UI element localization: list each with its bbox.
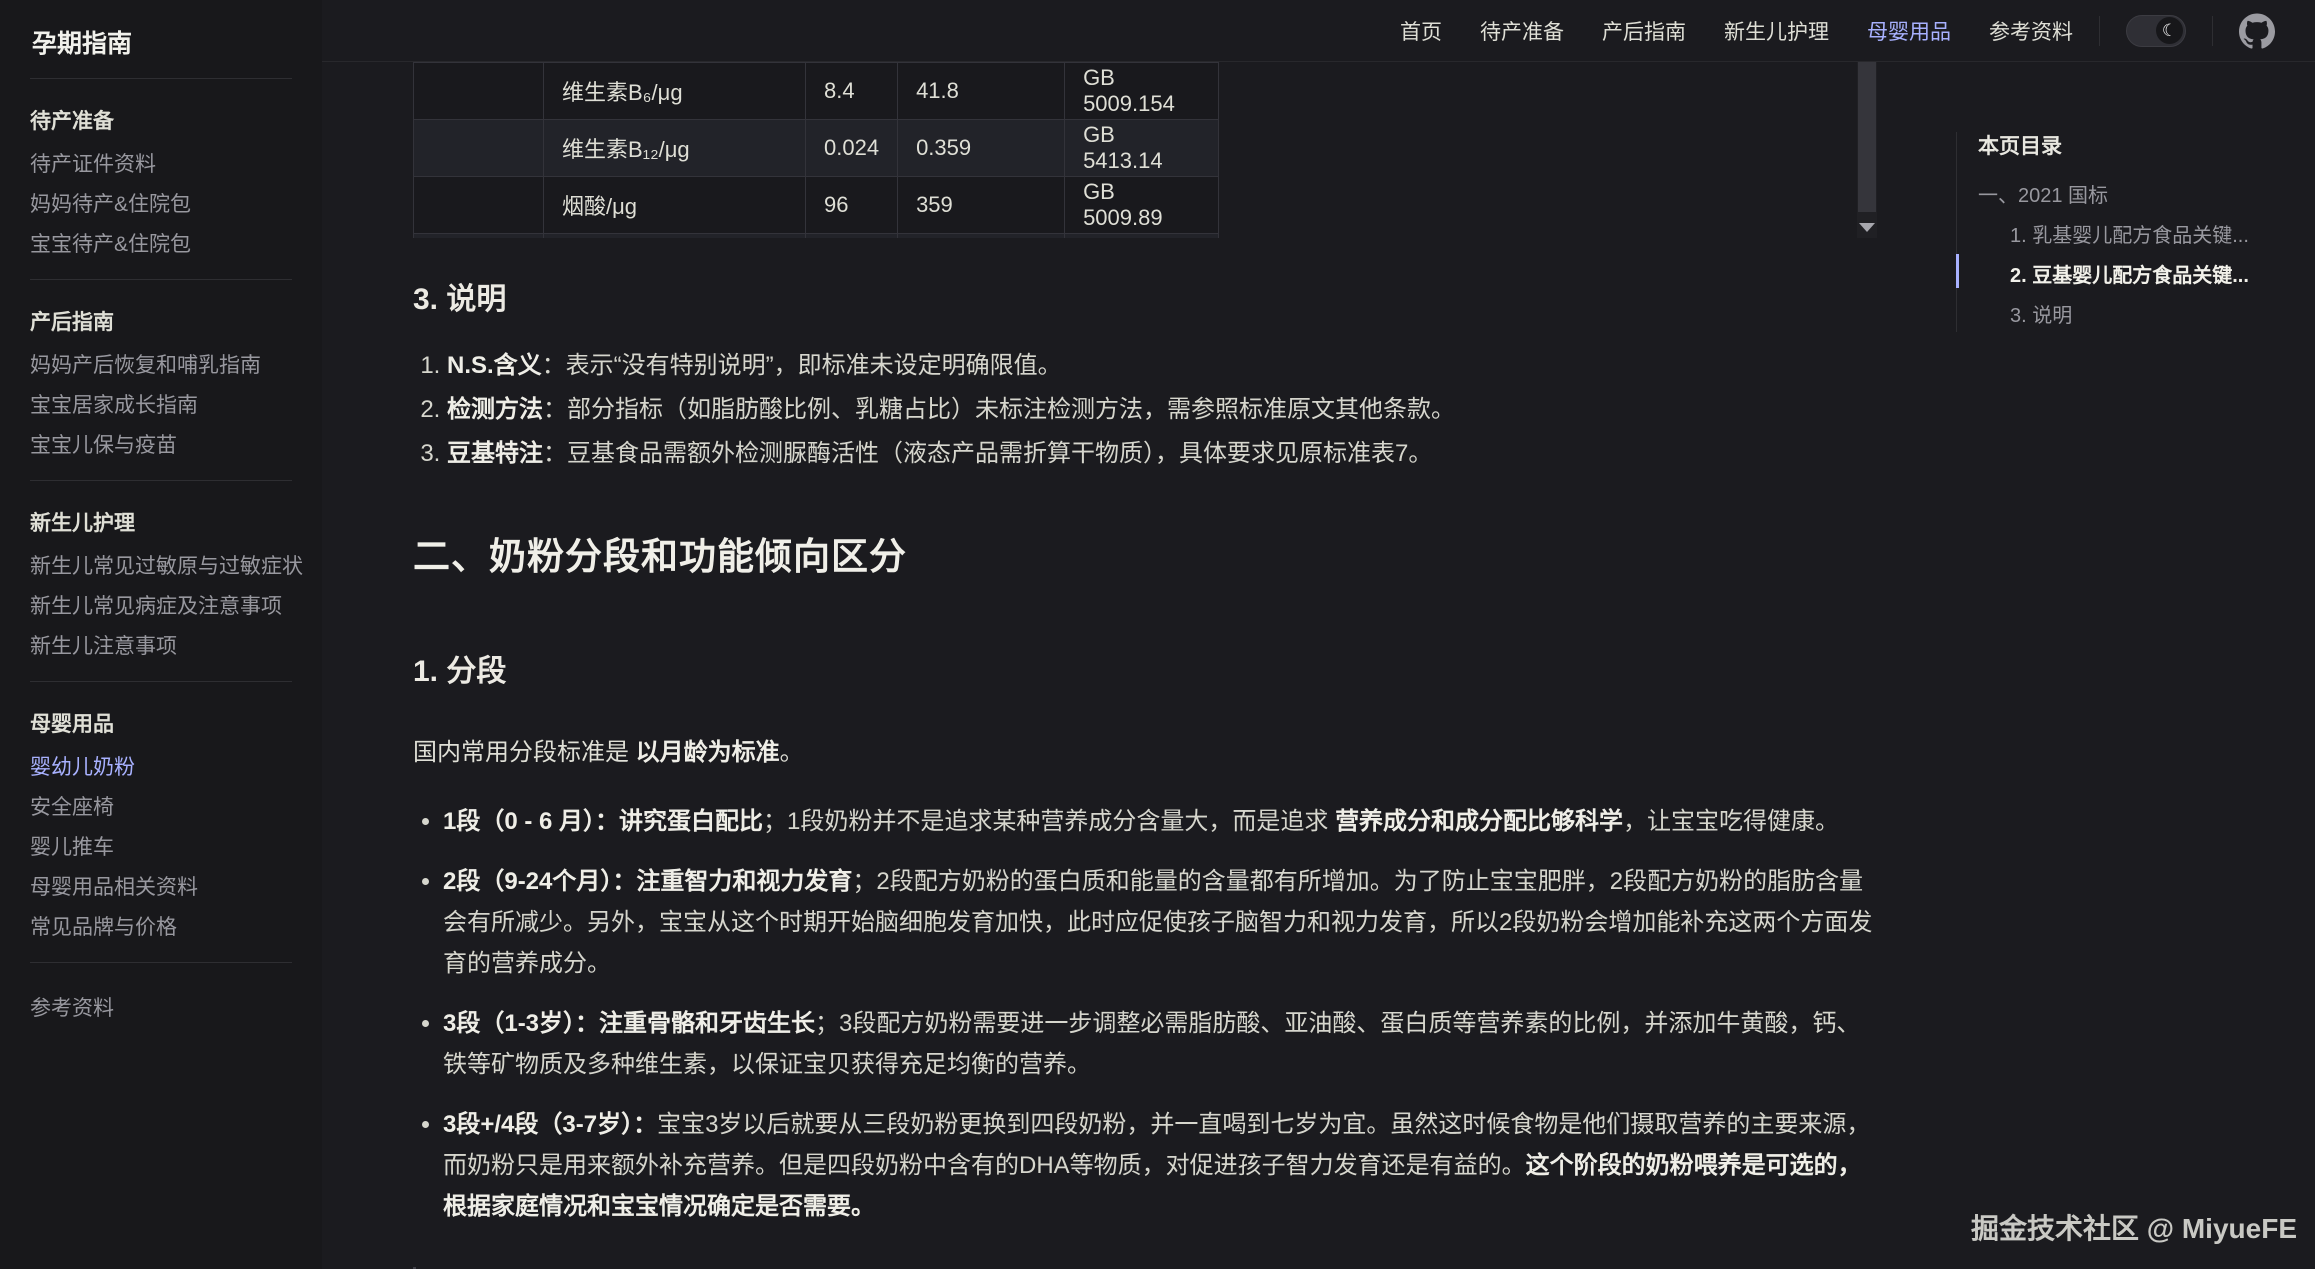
- list-item: 检测方法：部分指标（如脂肪酸比例、乳糖占比）未标注检测方法，需参照标准原文其他条…: [447, 388, 1877, 432]
- sidebar-item[interactable]: 常见品牌与价格: [30, 908, 298, 948]
- main-content: 维生素B₆/μg 8.4 41.8 GB 5009.154 维生素B₁₂/μg …: [413, 62, 1877, 1269]
- table-cell: 维生素B₁₂/μg: [544, 120, 806, 177]
- standards-table: 维生素B₆/μg 8.4 41.8 GB 5009.154 维生素B₁₂/μg …: [413, 62, 1219, 238]
- table-cell: 41.8: [898, 63, 1065, 120]
- sidebar-item[interactable]: 婴儿推车: [30, 828, 298, 868]
- nav-item-home[interactable]: 首页: [1400, 16, 1442, 46]
- notes-heading: 3. 说明: [413, 274, 1877, 318]
- nav-item-chanhou[interactable]: 产后指南: [1602, 16, 1686, 46]
- table-cell: [414, 120, 544, 177]
- sidebar: 孕期指南 待产准备 待产证件资料 妈妈待产&住院包 宝宝待产&住院包 产后指南 …: [0, 0, 322, 1269]
- outline-title: 本页目录: [1978, 130, 2296, 160]
- stages-intro: 国内常用分段标准是 以月龄为标准。: [413, 732, 1877, 767]
- sidebar-item[interactable]: 新生儿注意事项: [30, 627, 298, 667]
- subsection-heading-stages: 1. 分段: [413, 646, 1877, 690]
- table-cell: 维生素B₆/μg: [544, 63, 806, 120]
- sidebar-group-title: 母婴用品: [30, 708, 298, 738]
- sidebar-group-title: 产后指南: [30, 306, 298, 336]
- nav-item-daichan[interactable]: 待产准备: [1480, 16, 1564, 46]
- table-cell: 烟酸/μg: [544, 177, 806, 234]
- table-scrollbar-thumb[interactable]: [1858, 62, 1876, 212]
- table-scrollbar-track[interactable]: [1857, 62, 1877, 238]
- table-cell: [414, 177, 544, 234]
- scrollbar-down-arrow-icon[interactable]: [1857, 218, 1877, 236]
- site-title: 孕期指南: [30, 18, 298, 78]
- sidebar-item[interactable]: 新生儿常见过敏原与过敏症状: [30, 547, 298, 587]
- sidebar-group-refs: 参考资料: [30, 963, 298, 1043]
- sidebar-item[interactable]: 妈妈产后恢复和哺乳指南: [30, 346, 298, 386]
- list-item: 豆基特注：豆基食品需额外检测脲酶活性（液态产品需折算干物质），具体要求见原标准表…: [447, 432, 1877, 476]
- section-heading: 二、奶粉分段和功能倾向区分: [413, 526, 1877, 580]
- table-cell: 0.359: [898, 120, 1065, 177]
- theme-toggle[interactable]: ☾: [2126, 15, 2186, 47]
- table-cell: 8.4: [806, 63, 898, 120]
- nav-divider: [2212, 16, 2213, 46]
- outline-rail: [1956, 132, 1957, 332]
- sidebar-group-chanhou: 产后指南 妈妈产后恢复和哺乳指南 宝宝居家成长指南 宝宝儿保与疫苗: [30, 280, 298, 480]
- sidebar-item[interactable]: 安全座椅: [30, 788, 298, 828]
- sidebar-item[interactable]: 待产证件资料: [30, 145, 298, 185]
- sidebar-group-xinshenger: 新生儿护理 新生儿常见过敏原与过敏症状 新生儿常见病症及注意事项 新生儿注意事项: [30, 481, 298, 681]
- table-cell: GB 5009.89: [1065, 177, 1219, 234]
- page-outline: 本页目录 一、2021 国标 1. 乳基婴儿配方食品关键... 2. 豆基婴儿配…: [1956, 130, 2296, 336]
- sidebar-item[interactable]: 宝宝居家成长指南: [30, 386, 298, 426]
- theme-toggle-knob: ☾: [2156, 17, 2183, 44]
- outline-active-marker: [1956, 254, 1959, 288]
- list-item: N.S.含义：表示“没有特别说明”，即标准未设定明确限值。: [447, 344, 1877, 388]
- nav-item-xinshenger[interactable]: 新生儿护理: [1724, 16, 1829, 46]
- list-item: 1段（0 - 6 月）：讲究蛋白配比；1段奶粉并不是追求某种营养成分含量大，而是…: [443, 801, 1877, 842]
- sidebar-item[interactable]: 宝宝儿保与疫苗: [30, 426, 298, 466]
- outline-item-active[interactable]: 2. 豆基婴儿配方食品关键...: [1978, 256, 2296, 296]
- sidebar-group-daichan: 待产准备 待产证件资料 妈妈待产&住院包 宝宝待产&住院包: [30, 79, 298, 279]
- table-cell: [414, 63, 544, 120]
- standards-table-scroll-container: 维生素B₆/μg 8.4 41.8 GB 5009.154 维生素B₁₂/μg …: [413, 62, 1877, 238]
- sidebar-group-title: 待产准备: [30, 105, 298, 135]
- sidebar-group-muying: 母婴用品 婴幼儿奶粉 安全座椅 婴儿推车 母婴用品相关资料 常见品牌与价格: [30, 682, 298, 962]
- table-row-clipped: [414, 234, 1219, 239]
- sidebar-item-milk-powder[interactable]: 婴幼儿奶粉: [30, 748, 298, 788]
- list-item: 3段+/4段（3-7岁）：宝宝3岁以后就要从三段奶粉更换到四段奶粉，并一直喝到七…: [443, 1104, 1877, 1227]
- sidebar-item[interactable]: 母婴用品相关资料: [30, 868, 298, 908]
- stages-list: 1段（0 - 6 月）：讲究蛋白配比；1段奶粉并不是追求某种营养成分含量大，而是…: [443, 801, 1877, 1227]
- github-link[interactable]: [2239, 13, 2275, 49]
- notes-list: N.S.含义：表示“没有特别说明”，即标准未设定明确限值。 检测方法：部分指标（…: [447, 344, 1877, 476]
- table-cell: GB 5009.154: [1065, 63, 1219, 120]
- table-cell: 359: [898, 177, 1065, 234]
- sidebar-item[interactable]: 参考资料: [30, 989, 298, 1029]
- list-item: 2段（9-24个月）：注重智力和视力发育；2段配方奶粉的蛋白质和能量的含量都有所…: [443, 861, 1877, 984]
- table-cell: 96: [806, 177, 898, 234]
- github-icon: [2239, 13, 2275, 49]
- table-row: 烟酸/μg 96 359 GB 5009.89: [414, 177, 1219, 234]
- nav-item-muying[interactable]: 母婴用品: [1867, 16, 1951, 46]
- sidebar-item[interactable]: 妈妈待产&住院包: [30, 185, 298, 225]
- outline-item[interactable]: 1. 乳基婴儿配方食品关键...: [1978, 216, 2296, 256]
- moon-icon: ☾: [2162, 21, 2177, 41]
- table-row: 维生素B₁₂/μg 0.024 0.359 GB 5413.14: [414, 120, 1219, 177]
- list-item: 3段（1-3岁）：注重骨骼和牙齿生长；3段配方奶粉需要进一步调整必需脂肪酸、亚油…: [443, 1003, 1877, 1085]
- table-cell: GB 5413.14: [1065, 120, 1219, 177]
- nav-divider: [2099, 16, 2100, 46]
- sidebar-item[interactable]: 宝宝待产&住院包: [30, 225, 298, 265]
- outline-item[interactable]: 一、2021 国标: [1978, 176, 2296, 216]
- table-cell: 0.024: [806, 120, 898, 177]
- navbar: 首页 待产准备 产后指南 新生儿护理 母婴用品 参考资料 ☾: [322, 0, 2315, 62]
- nav-item-refs[interactable]: 参考资料: [1989, 16, 2073, 46]
- sidebar-group-title: 新生儿护理: [30, 507, 298, 537]
- table-row: 维生素B₆/μg 8.4 41.8 GB 5009.154: [414, 63, 1219, 120]
- outline-item[interactable]: 3. 说明: [1978, 296, 2296, 336]
- watermark: 掘金技术社区 @ MiyueFE: [1971, 1207, 2297, 1247]
- sidebar-item[interactable]: 新生儿常见病症及注意事项: [30, 587, 298, 627]
